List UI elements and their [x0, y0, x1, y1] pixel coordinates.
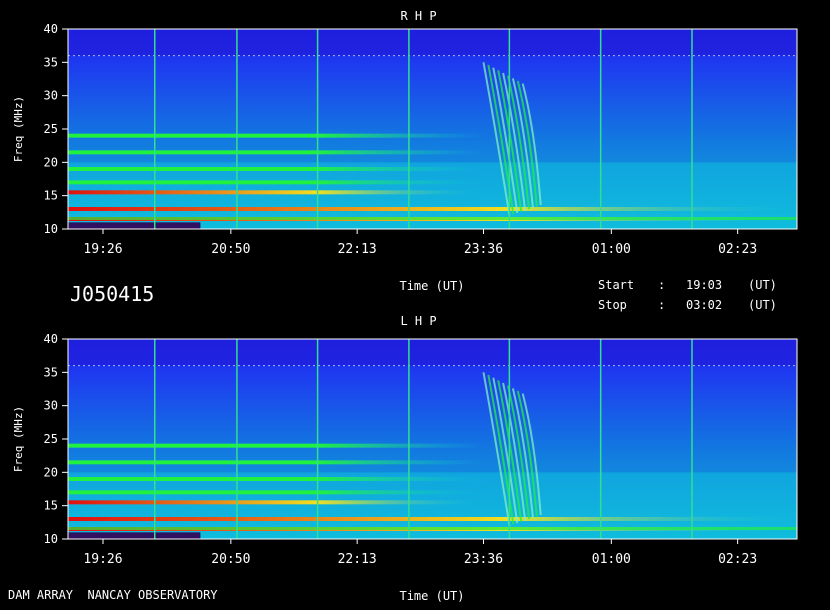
x-tick-label: 19:26 — [83, 552, 122, 567]
y-tick-label: 20 — [44, 155, 58, 169]
spectrogram-panel-1: 10 15 20 25 30 35 40 Freq (MHz) 19:26 20:50 22:13 2… — [12, 9, 798, 293]
emission-band — [68, 477, 484, 481]
stop-unit: (UT) — [748, 298, 777, 312]
y-tick-label: 10 — [44, 222, 58, 236]
y-tick-label: 40 — [44, 22, 58, 36]
spectrogram-panel-2: 10 15 20 25 30 35 40 Freq (MHz) 19:26 20:50 22:13 2… — [12, 314, 798, 603]
y-tick-label: 15 — [44, 499, 58, 513]
y-tick-label: 30 — [44, 89, 58, 103]
emission-band — [68, 217, 797, 220]
x-tick-label: 20:50 — [211, 242, 250, 257]
start-value: 19:03 — [686, 278, 723, 292]
x-tick-label: 02:23 — [718, 552, 757, 567]
x-tick-label: 02:23 — [718, 242, 757, 257]
x-tick-label: 20:50 — [211, 552, 250, 567]
spectrogram-figure: 10 15 20 25 30 35 40 Freq (MHz) 19:26 20:50 22:13 2… — [0, 0, 830, 610]
emission-band — [68, 517, 797, 521]
emission-band — [68, 460, 484, 465]
emission-band — [68, 500, 484, 505]
stop-value: 03:02 — [686, 298, 723, 312]
emission-band — [68, 190, 484, 195]
emission-band — [68, 207, 797, 211]
observation-id: J050415 — [70, 282, 155, 306]
panel-title: L H P — [400, 314, 436, 328]
y-tick-label: 35 — [44, 55, 58, 69]
x-axis-label: Time (UT) — [399, 589, 464, 603]
y-tick-label: 25 — [44, 122, 58, 136]
x-tick-label: 01:00 — [592, 242, 631, 257]
x-tick-label: 01:00 — [592, 552, 631, 567]
emission-band — [68, 150, 484, 155]
y-tick-label: 40 — [44, 332, 58, 346]
y-tick-label: 30 — [44, 399, 58, 413]
y-tick-label: 20 — [44, 465, 58, 479]
low-signal-block — [68, 222, 201, 229]
low-signal-block — [68, 532, 201, 539]
y-tick-label: 10 — [44, 532, 58, 546]
emission-band — [68, 490, 484, 495]
upper-band — [68, 339, 797, 366]
y-tick-label: 35 — [44, 365, 58, 379]
emission-band — [68, 527, 797, 530]
x-tick-label: 22:13 — [338, 552, 377, 567]
footer-label: DAM ARRAY NANCAY OBSERVATORY — [8, 588, 218, 602]
emission-band — [68, 133, 484, 138]
stop-label: Stop — [598, 298, 627, 312]
y-axis-label: Freq (MHz) — [12, 96, 25, 162]
x-tick-label: 23:36 — [464, 242, 503, 257]
emission-band — [68, 443, 484, 448]
y-tick-label: 25 — [44, 432, 58, 446]
panel-title: R H P — [400, 9, 436, 23]
emission-band — [68, 167, 484, 171]
start-unit: (UT) — [748, 278, 777, 292]
y-tick-label: 15 — [44, 189, 58, 203]
emission-band — [68, 180, 484, 185]
start-sep: : — [658, 278, 666, 292]
start-label: Start — [598, 278, 635, 292]
y-axis-label: Freq (MHz) — [12, 406, 25, 472]
x-axis-label: Time (UT) — [399, 279, 464, 293]
stop-sep: : — [658, 298, 666, 312]
x-tick-label: 23:36 — [464, 552, 503, 567]
x-tick-label: 22:13 — [338, 242, 377, 257]
upper-band — [68, 29, 797, 56]
x-tick-label: 19:26 — [83, 242, 122, 257]
